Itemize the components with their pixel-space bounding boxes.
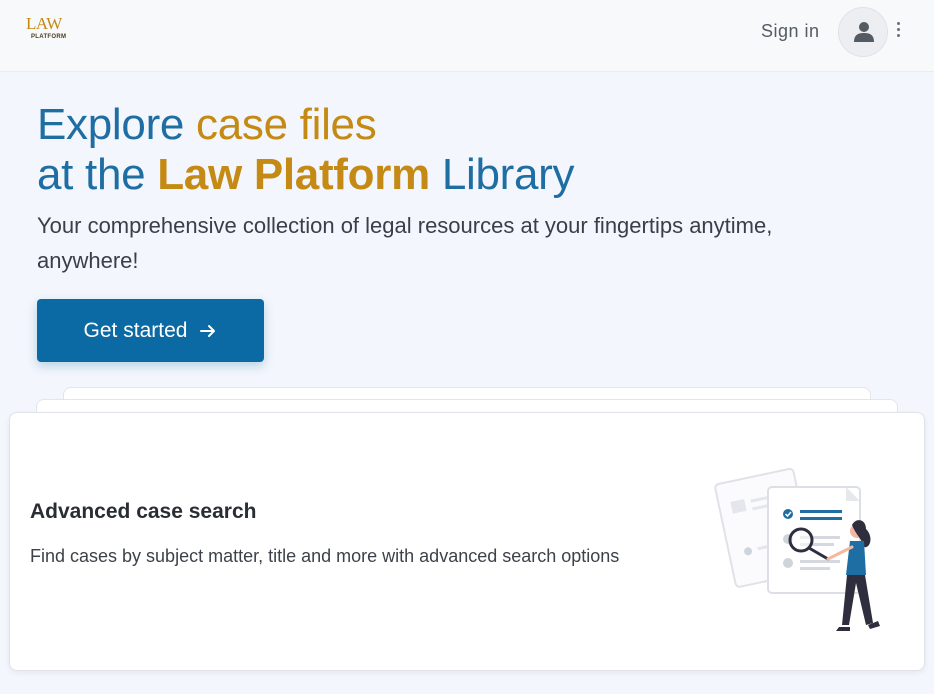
get-started-label: Get started [83, 318, 188, 342]
hero-line2-brand: Law Platform [157, 150, 430, 199]
law-platform-logo[interactable]: LAW PLATFORM [26, 15, 78, 47]
get-started-button[interactable]: Get started [37, 299, 264, 362]
hero-line1-highlight: case files [196, 100, 377, 149]
account-avatar-button[interactable] [838, 7, 888, 57]
hero-line2-part3: Library [429, 150, 575, 199]
feature-card-description: Find cases by subject matter, title and … [30, 546, 620, 566]
more-options-icon[interactable] [893, 22, 903, 42]
hero-line1-part1: Explore [37, 100, 197, 149]
logo-main-text: LAW [26, 14, 62, 33]
logo-sub-text: PLATFORM [31, 34, 67, 40]
user-icon [854, 22, 874, 42]
sign-in-link[interactable]: Sign in [761, 21, 820, 42]
hero-heading: Explore case files at the Law Platform L… [37, 100, 575, 200]
hero-line2-part1: at the [37, 150, 158, 199]
hero-subtitle: Your comprehensive collection of legal r… [37, 213, 773, 273]
page: LAW PLATFORM Sign in Explore case files … [0, 0, 934, 694]
top-header: LAW PLATFORM Sign in [0, 0, 934, 72]
feature-card-advanced-search[interactable]: Advanced case search Find cases by subje… [9, 412, 925, 671]
feature-card-title: Advanced case search [30, 500, 257, 523]
document-search-illustration [714, 467, 880, 631]
arrow-right-icon [200, 324, 216, 337]
